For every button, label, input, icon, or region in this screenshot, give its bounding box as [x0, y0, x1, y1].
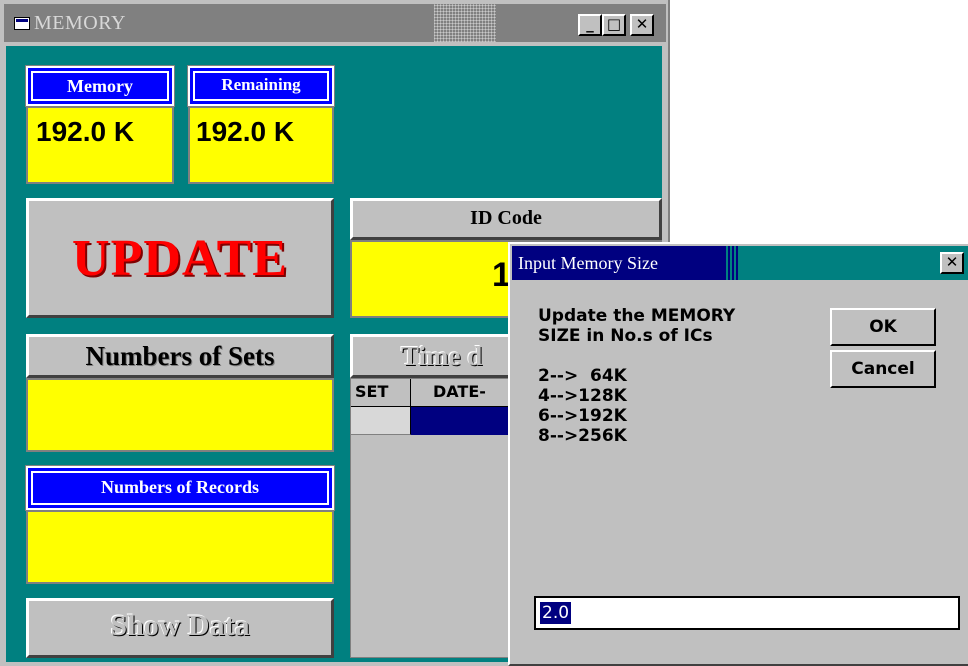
sets-value-box [26, 378, 334, 452]
records-label-box: Numbers of Records [25, 465, 335, 511]
close-button[interactable]: ✕ [630, 14, 654, 36]
input-memory-size-dialog: Input Memory Size ✕ Update the MEMORY SI… [508, 242, 968, 666]
sets-label: Numbers of Sets [85, 341, 275, 371]
records-label: Numbers of Records [31, 471, 329, 505]
remaining-value: 192.0 K [196, 116, 295, 147]
memory-label-box: Memory [25, 65, 175, 107]
memory-value-box: 192.0 K [26, 106, 174, 184]
dialog-message-line: 8-->256K [538, 426, 627, 446]
ok-button[interactable]: OK [830, 308, 936, 346]
show-data-button[interactable]: Show Data [26, 598, 334, 658]
sets-header: Numbers of Sets [26, 334, 334, 378]
dialog-message-line [538, 346, 735, 366]
dialog-title-bar[interactable]: Input Memory Size ✕ [512, 246, 968, 280]
title-bar[interactable]: MEMORY _ □ ✕ [4, 4, 666, 42]
records-value-box [26, 510, 334, 584]
dialog-title-bar-pattern [726, 246, 740, 280]
dialog-message: Update the MEMORY SIZE in No.s of ICs 2-… [538, 306, 735, 446]
id-code-header: ID Code [350, 198, 662, 240]
dialog-message-line: Update the MEMORY [538, 306, 736, 326]
maximize-button[interactable]: □ [602, 14, 626, 36]
dialog-message-line: 2--> 64K [538, 366, 627, 386]
remaining-label-box: Remaining [187, 65, 335, 107]
window-app-icon[interactable] [14, 17, 30, 30]
dialog-message-line: 4-->128K [538, 386, 627, 406]
dialog-close-button[interactable]: ✕ [940, 252, 964, 274]
update-button[interactable]: UPDATE [26, 198, 334, 318]
time-table-cell-set[interactable] [351, 407, 411, 435]
id-code-label: ID Code [470, 207, 542, 229]
cancel-button[interactable]: Cancel [830, 350, 936, 388]
memory-size-input[interactable]: 2.0 [534, 596, 960, 630]
dialog-title-bar-inactive-area [738, 246, 968, 280]
time-table-header-set[interactable]: SET [351, 379, 411, 407]
dialog-title: Input Memory Size [518, 253, 658, 273]
memory-value: 192.0 K [36, 116, 135, 147]
remaining-label: Remaining [193, 71, 329, 101]
title-bar-pattern [434, 4, 496, 42]
memory-size-input-value[interactable]: 2.0 [540, 602, 572, 624]
time-label: Time d [401, 341, 483, 371]
minimize-button[interactable]: _ [578, 14, 602, 36]
dialog-message-line: 6-->192K [538, 406, 627, 426]
window-title: MEMORY [34, 12, 126, 34]
update-button-label: UPDATE [72, 230, 288, 287]
memory-label: Memory [31, 71, 169, 101]
dialog-message-line: SIZE in No.s of ICs [538, 326, 713, 346]
show-data-button-label: Show Data [110, 609, 250, 642]
remaining-value-box: 192.0 K [188, 106, 334, 184]
